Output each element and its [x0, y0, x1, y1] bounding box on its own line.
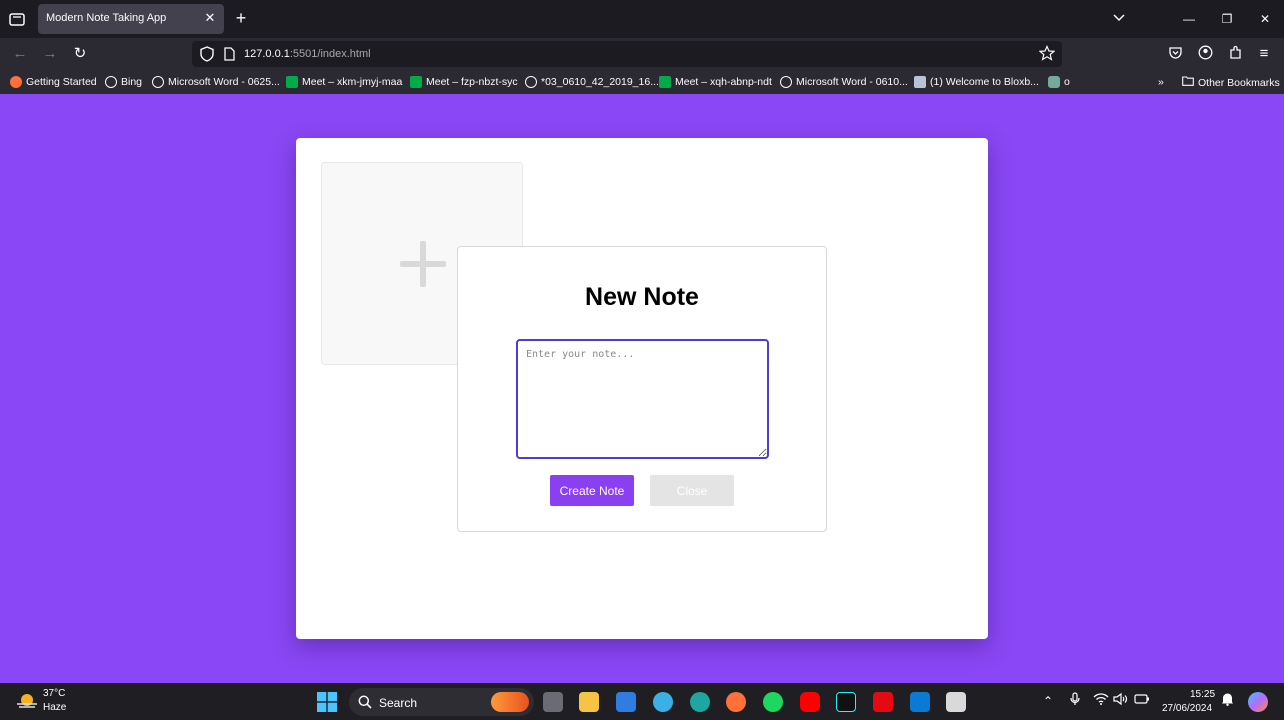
page-icon[interactable] — [224, 47, 235, 66]
globe-icon — [525, 76, 537, 88]
bookmark-label: Meet – xkm-jmyj-maa — [302, 76, 403, 88]
pocket-icon[interactable] — [1166, 45, 1184, 63]
windows-start-icon[interactable] — [317, 692, 337, 712]
modal-title: New Note — [585, 283, 699, 311]
weather-condition: Haze — [43, 702, 67, 713]
url-host: 127.0.0.1 — [244, 48, 290, 60]
other-bookmarks-label: Other Bookmarks — [1198, 76, 1280, 89]
bookmark-label: Meet – fzp-nbzt-syc — [426, 76, 518, 88]
new-note-modal: New Note Create Note Close — [457, 246, 827, 532]
account-icon[interactable] — [1196, 45, 1214, 63]
chatgpt-icon — [1048, 76, 1060, 88]
forward-icon[interactable]: → — [41, 45, 59, 63]
bookmark-item[interactable]: Meet – xqh-abnp-ndt — [659, 76, 772, 88]
bookmark-label: Meet – xqh-abnp-ndt — [675, 76, 772, 88]
bookmark-label: (1) Welcome to Bloxb... — [930, 76, 1039, 88]
copilot-icon[interactable] — [653, 692, 673, 712]
clock-date[interactable]: 27/06/2024 — [1162, 703, 1212, 714]
tab-list-icon[interactable] — [8, 10, 26, 28]
url-text: 127.0.0.1:5501/index.html — [244, 48, 371, 60]
minimize-icon[interactable]: — — [1180, 10, 1198, 28]
task-view-icon[interactable] — [543, 692, 563, 712]
firefox-taskbar-icon[interactable] — [726, 692, 746, 712]
more-bookmarks-icon[interactable]: » — [1158, 76, 1164, 88]
create-note-button[interactable]: Create Note — [550, 475, 634, 506]
taskbar-search[interactable]: Search — [349, 688, 534, 716]
bookmark-item[interactable]: Meet – xkm-jmyj-maa — [286, 76, 402, 88]
bookmark-label: o — [1064, 76, 1070, 88]
bookmark-item[interactable]: o — [1048, 76, 1070, 88]
bookmark-item[interactable]: Microsoft Word - 0625... — [152, 76, 280, 88]
globe-icon — [105, 76, 117, 88]
wifi-icon[interactable] — [1093, 692, 1109, 710]
microsoft-store-icon[interactable] — [616, 692, 636, 712]
bookmark-item[interactable]: *03_0610_42_2019_16... — [525, 76, 659, 88]
folder-icon — [1182, 76, 1194, 89]
search-highlight-icon — [491, 692, 529, 712]
copilot-tray-icon[interactable] — [1248, 692, 1268, 712]
globe-icon — [152, 76, 164, 88]
window-close-icon[interactable]: ✕ — [1256, 10, 1274, 28]
close-tab-icon[interactable]: ✕ — [202, 10, 218, 26]
active-tab[interactable]: Modern Note Taking App ✕ — [38, 4, 224, 34]
weather-haze-icon[interactable] — [16, 692, 38, 710]
search-icon — [358, 695, 372, 714]
notes-container: New Note Create Note Close — [296, 138, 988, 639]
file-explorer-icon[interactable] — [579, 692, 599, 712]
search-label: Search — [379, 696, 418, 710]
taskbar: 37°C Haze Search ⌃ 15:25 27/06/2024 — [0, 683, 1284, 720]
bookmark-item[interactable]: Getting Started — [10, 76, 97, 88]
url-path: :5501/index.html — [289, 48, 371, 60]
meet-icon — [286, 76, 298, 88]
snipping-tool-icon[interactable] — [946, 692, 966, 712]
bookmark-label: Getting Started — [26, 76, 97, 88]
bookmark-star-icon[interactable] — [1038, 45, 1056, 66]
vscode-icon[interactable] — [910, 692, 930, 712]
tiktok-icon[interactable] — [836, 692, 856, 712]
globe-icon — [780, 76, 792, 88]
tab-title: Modern Note Taking App — [46, 12, 167, 24]
bookmark-item[interactable]: Meet – fzp-nbzt-syc — [410, 76, 518, 88]
page-viewport: New Note Create Note Close — [0, 94, 1284, 683]
restore-icon[interactable]: ❐ — [1218, 10, 1236, 28]
navigation-bar: ← → ↻ 127.0.0.1:5501/index.html ≡ — [0, 38, 1284, 70]
clock-time[interactable]: 15:25 — [1190, 689, 1215, 700]
close-button[interactable]: Close — [650, 475, 734, 506]
notifications-bell-icon[interactable] — [1219, 692, 1235, 710]
extensions-icon[interactable] — [1226, 45, 1244, 63]
battery-icon[interactable] — [1134, 692, 1150, 710]
bookmark-item[interactable]: (1) Welcome to Bloxb... — [914, 76, 1039, 88]
shield-icon[interactable] — [200, 46, 214, 67]
bookmark-label: Microsoft Word - 0625... — [168, 76, 280, 88]
weather-temperature: 37°C — [43, 688, 66, 699]
reload-icon[interactable]: ↻ — [71, 45, 89, 63]
plus-icon — [400, 241, 446, 287]
address-bar[interactable]: 127.0.0.1:5501/index.html — [192, 41, 1062, 67]
bookmark-label: Bing — [121, 76, 143, 88]
bookmark-label: Microsoft Word - 0610... — [796, 76, 908, 88]
spotify-icon[interactable] — [763, 692, 783, 712]
browser-tab-bar: Modern Note Taking App ✕ + — ❐ ✕ — [0, 0, 1284, 38]
back-icon[interactable]: ← — [11, 45, 29, 63]
youtube-icon[interactable] — [800, 692, 820, 712]
meet-icon — [410, 76, 422, 88]
note-textarea[interactable] — [516, 339, 769, 459]
bookmark-item[interactable]: Bing — [105, 76, 142, 88]
menu-icon[interactable]: ≡ — [1255, 45, 1273, 63]
edge-icon[interactable] — [690, 692, 710, 712]
roblox-icon — [914, 76, 926, 88]
bookmark-label: *03_0610_42_2019_16... — [541, 76, 659, 88]
firefox-icon — [10, 76, 22, 88]
bookmarks-bar: Getting Started Bing Microsoft Word - 06… — [0, 70, 1284, 94]
new-tab-icon[interactable]: + — [232, 9, 250, 28]
bookmark-item[interactable]: Microsoft Word - 0610... — [780, 76, 908, 88]
meet-icon — [659, 76, 671, 88]
netflix-icon[interactable] — [873, 692, 893, 712]
list-all-tabs-icon[interactable] — [1110, 10, 1128, 28]
microphone-icon[interactable] — [1067, 692, 1083, 710]
show-hidden-icons-icon[interactable]: ⌃ — [1040, 692, 1056, 710]
other-bookmarks[interactable]: Other Bookmarks — [1182, 76, 1280, 89]
volume-icon[interactable] — [1113, 692, 1129, 710]
